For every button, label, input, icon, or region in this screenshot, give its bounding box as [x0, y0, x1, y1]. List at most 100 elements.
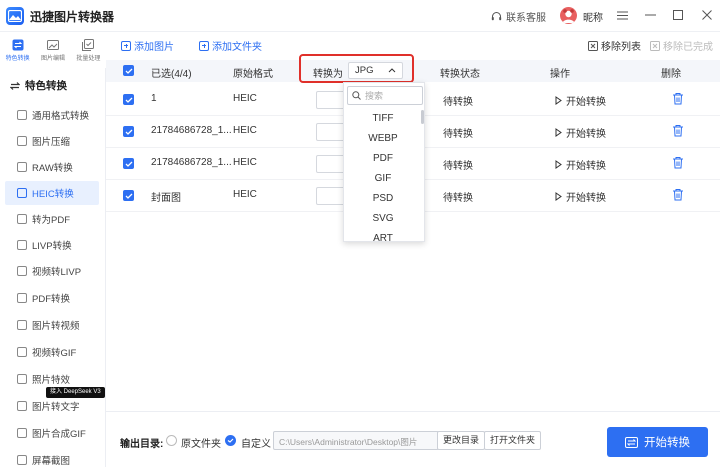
header-action: 操作: [550, 69, 570, 80]
start-convert-button[interactable]: 开始转换: [555, 93, 606, 108]
image-video-icon: [17, 320, 27, 330]
row-format: HEIC: [233, 93, 257, 104]
format-search-input[interactable]: 搜索: [347, 86, 423, 105]
app-logo-icon: [6, 7, 24, 25]
output-path-field[interactable]: C:\Users\Administrator\Desktop\图片: [273, 431, 439, 450]
row-format-select[interactable]: [316, 123, 346, 141]
row-format: HEIC: [233, 157, 257, 168]
start-convert-button[interactable]: 开始转换: [555, 157, 606, 172]
sidebar-item-video-livp[interactable]: 视频转LIVP: [5, 259, 99, 283]
start-convert-button[interactable]: 开始转换: [555, 189, 606, 204]
format-option-art[interactable]: ART: [344, 229, 422, 241]
add-icon: [121, 40, 131, 51]
trash-icon[interactable]: [672, 124, 684, 137]
select-all-checkbox[interactable]: [123, 65, 134, 76]
avatar[interactable]: [560, 7, 577, 24]
row-format-select[interactable]: [316, 91, 346, 109]
start-convert-button[interactable]: 开始转换: [555, 125, 606, 140]
format-option-webp[interactable]: WEBP: [344, 129, 422, 149]
output-dir-label: 输出目录:: [120, 439, 164, 450]
row-checkbox[interactable]: [123, 94, 134, 105]
maximize-icon[interactable]: [669, 6, 687, 24]
sidebar-item-general[interactable]: 通用格式转换: [5, 103, 99, 127]
rail-image-edit[interactable]: 图片编辑: [35, 32, 70, 68]
mode-rail: 特色转换 图片编辑 批量处理: [0, 32, 106, 68]
row-checkbox[interactable]: [123, 190, 134, 201]
row-status: 待转换: [443, 193, 473, 204]
rail-batch[interactable]: 批量处理: [71, 32, 106, 68]
video-icon: [17, 266, 27, 276]
sidebar-heading: 特色转换: [10, 78, 67, 93]
format-option-svg[interactable]: SVG: [344, 209, 422, 229]
remove-list-button[interactable]: 移除列表: [588, 38, 641, 53]
sidebar-item-video-gif[interactable]: 视频转GIF: [5, 340, 99, 364]
sidebar-item-pdf-convert[interactable]: PDF转换: [5, 286, 99, 310]
custom-label[interactable]: 自定义: [241, 435, 271, 450]
row-format-select[interactable]: [316, 187, 346, 205]
header-selected: 已选(4/4): [151, 69, 192, 80]
original-folder-label[interactable]: 原文件夹: [181, 435, 221, 450]
support-link[interactable]: 联系客服: [491, 9, 546, 24]
row-checkbox[interactable]: [123, 126, 134, 137]
deepseek-badge: 接入 DeepSeek V3: [46, 387, 105, 398]
trash-icon[interactable]: [672, 156, 684, 169]
rail-transform-label: 特色转换: [5, 55, 30, 62]
header-status: 转换状态: [440, 69, 480, 80]
sidebar-item-heic[interactable]: HEIC转换: [5, 181, 99, 205]
transform-icon: [12, 39, 24, 50]
sidebar-item-raw[interactable]: RAW转换: [5, 155, 99, 179]
sidebar-item-screenshot[interactable]: 屏幕截图: [5, 448, 99, 467]
remove-completed-button[interactable]: 移除已完成: [650, 38, 713, 53]
remove-icon: [588, 40, 598, 51]
format-option-pdf[interactable]: PDF: [344, 149, 422, 169]
output-bar: 输出目录: 原文件夹 自定义 C:\Users\Administrator\De…: [106, 411, 720, 467]
radio-original-folder[interactable]: [166, 435, 177, 446]
livp-icon: [17, 240, 27, 250]
play-icon: [555, 128, 562, 137]
trash-icon[interactable]: [672, 188, 684, 201]
raw-icon: [17, 162, 27, 172]
batch-icon: [82, 38, 95, 51]
sidebar-item-image-video[interactable]: 图片转视频: [5, 313, 99, 337]
title-bar: 迅捷图片转换器 联系客服 昵称: [0, 0, 720, 32]
open-folder-button[interactable]: 打开文件夹: [484, 431, 542, 450]
sidebar-item-livp[interactable]: LIVP转换: [5, 233, 99, 257]
ocr-icon: [17, 401, 27, 411]
row-status: 待转换: [443, 161, 473, 172]
format-option-psd[interactable]: PSD: [344, 189, 422, 209]
rail-transform[interactable]: 特色转换: [0, 32, 35, 68]
heic-icon: [17, 188, 27, 198]
minimize-icon[interactable]: [641, 6, 659, 24]
row-checkbox[interactable]: [123, 158, 134, 169]
headset-icon: [491, 12, 502, 21]
effects-icon: [17, 374, 27, 384]
rail-image-edit-label: 图片编辑: [40, 55, 65, 62]
dropdown-scrollbar[interactable]: [421, 110, 424, 124]
convert-button[interactable]: 开始转换: [607, 427, 708, 457]
menu-icon[interactable]: [613, 6, 631, 24]
sidebar-item-compress[interactable]: 图片压缩: [5, 129, 99, 153]
radio-custom[interactable]: [225, 435, 236, 446]
row-status: 待转换: [443, 129, 473, 140]
row-filename: 封面图: [151, 193, 181, 204]
row-filename: 21784686728_1...: [151, 157, 232, 168]
close-icon[interactable]: [698, 6, 716, 24]
rail-batch-label: 批量处理: [76, 55, 101, 62]
add-image-button[interactable]: 添加图片: [121, 38, 174, 53]
format-option-gif[interactable]: GIF: [344, 169, 422, 189]
format-option-tiff[interactable]: TIFF: [344, 109, 422, 129]
transform-icon: [10, 81, 20, 90]
search-icon: [352, 91, 361, 100]
sidebar-item-to-pdf[interactable]: 转为PDF: [5, 207, 99, 231]
sidebar-item-gif-compose[interactable]: 图片合成GIF: [5, 421, 99, 445]
add-folder-button[interactable]: 添加文件夹: [199, 38, 262, 53]
user-nickname[interactable]: 昵称: [583, 9, 603, 24]
sidebar: 特色转换 通用格式转换 图片压缩 RAW转换 HEIC转换 转为PDF LIVP…: [0, 68, 106, 467]
row-format-select[interactable]: [316, 155, 346, 173]
trash-icon[interactable]: [672, 92, 684, 105]
play-icon: [555, 192, 562, 201]
gif-icon: [17, 347, 27, 357]
row-filename: 1: [151, 93, 157, 104]
screenshot-icon: [17, 455, 27, 465]
change-dir-button[interactable]: 更改目录: [437, 431, 486, 450]
